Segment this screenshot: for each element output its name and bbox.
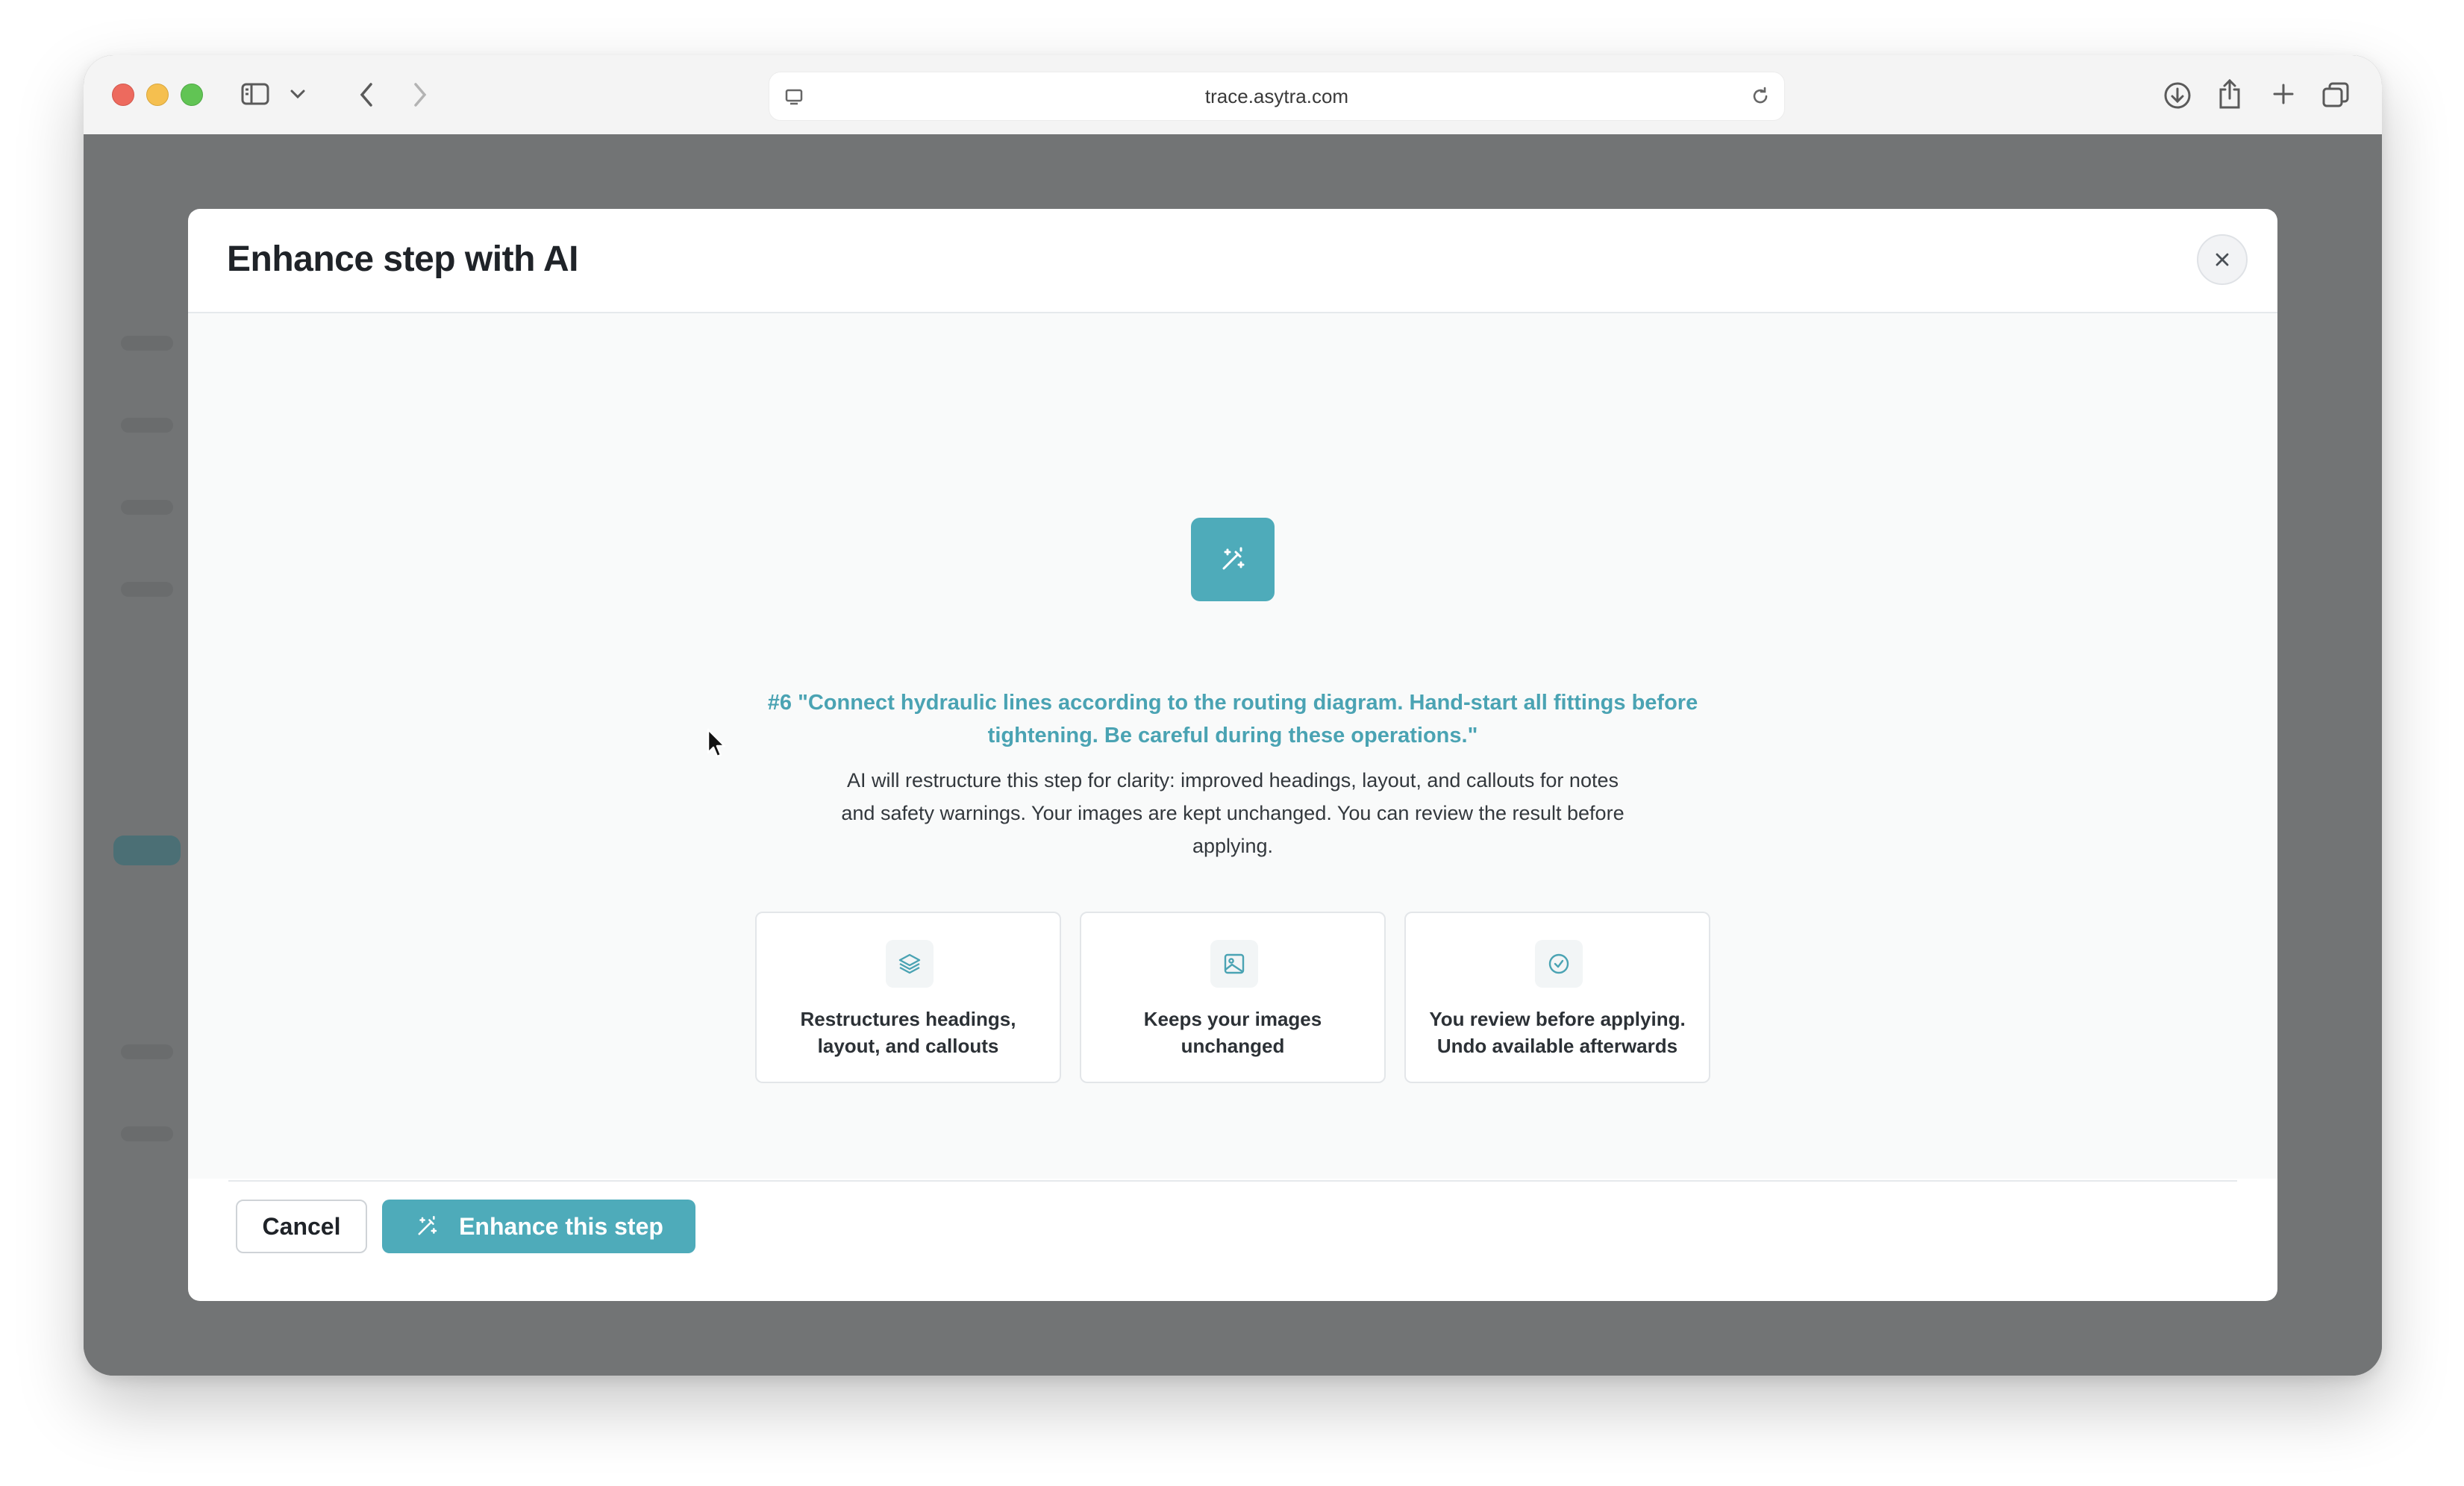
feature-label: Restructures headings, layout, and callo… bbox=[800, 1008, 1016, 1057]
dialog-footer: Cancel Enhance this step bbox=[228, 1180, 2237, 1261]
image-icon bbox=[1210, 940, 1258, 988]
tab-overview-icon[interactable] bbox=[2321, 81, 2351, 109]
close-button[interactable] bbox=[2197, 234, 2248, 285]
background-sidebar-item bbox=[121, 582, 173, 597]
browser-window: trace.asytra.com Enhance step with AI #6… bbox=[84, 55, 2382, 1376]
check-circle-icon bbox=[1535, 940, 1583, 988]
url-text: trace.asytra.com bbox=[1204, 85, 1349, 107]
window-maximize-button[interactable] bbox=[181, 84, 203, 106]
feature-cards: Restructures headings, layout, and callo… bbox=[755, 912, 1710, 1083]
chevron-down-icon[interactable] bbox=[290, 88, 306, 100]
background-sidebar-item bbox=[121, 418, 173, 433]
step-quote: #6 "Connect hydraulic lines according to… bbox=[767, 691, 1698, 747]
background-sidebar-item bbox=[121, 1126, 173, 1141]
layers-icon bbox=[886, 940, 934, 988]
window-close-button[interactable] bbox=[112, 84, 134, 106]
background-sidebar-item bbox=[121, 500, 173, 515]
magic-wand-icon bbox=[418, 1215, 437, 1235]
background-sidebar-item bbox=[113, 836, 181, 865]
enhance-button-label: Enhance this step bbox=[459, 1212, 663, 1240]
browser-toolbar: trace.asytra.com bbox=[84, 55, 2382, 136]
plus-icon[interactable] bbox=[2271, 82, 2295, 106]
mouse-pointer-icon bbox=[706, 728, 727, 763]
download-icon[interactable] bbox=[2163, 81, 2192, 110]
feature-label: Keeps your images unchanged bbox=[1143, 1008, 1322, 1057]
enhance-step-button[interactable]: Enhance this step bbox=[382, 1200, 695, 1253]
sidebar-toggle-icon[interactable] bbox=[240, 82, 270, 106]
feature-card: Keeps your images unchanged bbox=[1080, 912, 1386, 1083]
back-icon[interactable] bbox=[358, 82, 375, 107]
dialog-title: Enhance step with AI bbox=[227, 239, 578, 279]
magic-wand-icon bbox=[1191, 518, 1275, 601]
feature-label: You review before applying. Undo availab… bbox=[1429, 1008, 1686, 1057]
window-minimize-button[interactable] bbox=[146, 84, 169, 106]
cancel-button[interactable]: Cancel bbox=[236, 1200, 367, 1253]
dialog-header: Enhance step with AI bbox=[188, 209, 2277, 313]
background-sidebar-item bbox=[121, 336, 173, 351]
close-icon bbox=[2216, 253, 2229, 266]
dialog-body: #6 "Connect hydraulic lines according to… bbox=[188, 313, 2277, 1179]
reload-icon[interactable] bbox=[1750, 86, 1771, 110]
address-bar[interactable]: trace.asytra.com bbox=[769, 72, 1785, 121]
enhance-dialog: Enhance step with AI #6 "Connect hydraul… bbox=[188, 209, 2277, 1301]
background-sidebar-item bbox=[121, 1044, 173, 1059]
forward-icon[interactable] bbox=[412, 82, 428, 107]
feature-card: You review before applying. Undo availab… bbox=[1404, 912, 1710, 1083]
feature-card: Restructures headings, layout, and callo… bbox=[755, 912, 1061, 1083]
step-description: AI will restructure this step for clarit… bbox=[841, 769, 1625, 857]
share-icon[interactable] bbox=[2216, 78, 2243, 110]
